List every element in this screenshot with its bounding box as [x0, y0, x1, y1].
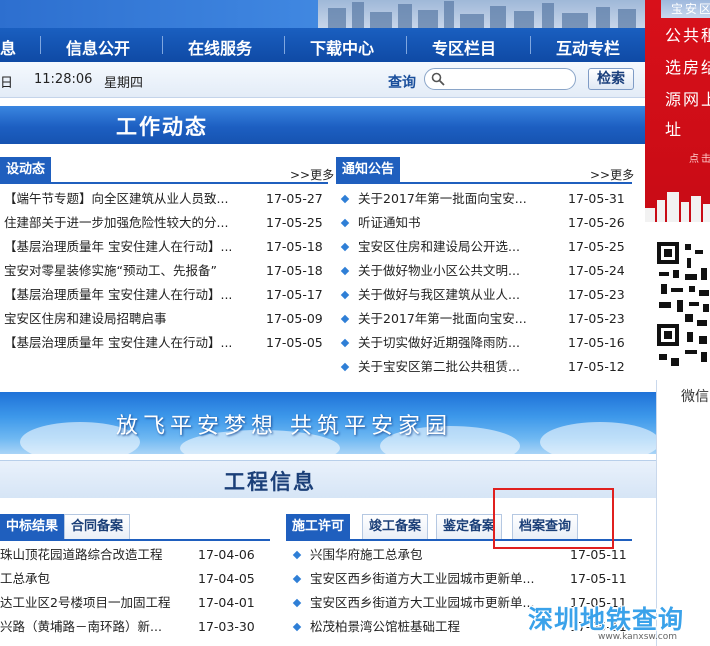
- nav-item-special-column[interactable]: 专区栏目: [432, 35, 496, 59]
- tab-underline: [0, 182, 328, 184]
- banner-skyline-image: [318, 0, 660, 28]
- bullet-icon: [292, 574, 302, 584]
- bullet-icon: [340, 290, 350, 300]
- nav-separator: [406, 36, 407, 54]
- list-item[interactable]: 工总承包 17-04-05: [0, 567, 262, 591]
- list-item[interactable]: 关于切实做好近期强降雨防... 17-05-16: [340, 331, 632, 355]
- list-item[interactable]: 【端午节专题】向全区建筑从业人员致... 17-05-27: [4, 187, 326, 211]
- bullet-icon: [292, 598, 302, 608]
- search-button[interactable]: 检索: [588, 68, 634, 90]
- side-banner-line: 公共租: [665, 26, 710, 45]
- nav-item-online-service[interactable]: 在线服务: [188, 35, 252, 59]
- list-item[interactable]: 宝安对零星装修实施“预动工、先报备” 17-05-18: [4, 259, 326, 283]
- slogan-banner[interactable]: 放飞平安梦想 共筑平安家园: [0, 392, 656, 454]
- tab-construction-news[interactable]: 设动态: [0, 157, 52, 183]
- search-input[interactable]: [449, 71, 569, 87]
- side-banner-line: 选房结: [665, 58, 710, 77]
- list-item[interactable]: 达工业区2号楼项目一加固工程 17-04-01: [0, 591, 262, 615]
- bullet-icon: [292, 550, 302, 560]
- top-banner: [0, 0, 660, 28]
- tab-construction-permit[interactable]: 施工许可: [286, 514, 351, 540]
- list-item[interactable]: 宝安区西乡街道方大工业园城市更新单... 17-05-11: [292, 567, 634, 591]
- list-item[interactable]: 【基层治理质量年 宝安住建人在行动】... 17-05-17: [4, 283, 326, 307]
- tab-bid-results[interactable]: 中标结果: [0, 514, 65, 540]
- nav-item-partial[interactable]: 息: [0, 35, 16, 59]
- highlight-box: [493, 488, 614, 549]
- list-item[interactable]: 【基层治理质量年 宝安住建人在行动】... 17-05-05: [4, 331, 326, 355]
- list-item[interactable]: 珠山顶花园道路综合改造工程 17-04-06: [0, 543, 262, 567]
- nav-separator: [162, 36, 163, 54]
- side-promo-banner[interactable]: 宝安区 公共租 选房结 源网上 址 点击: [645, 0, 710, 222]
- list-item[interactable]: 听证通知书 17-05-26: [340, 211, 632, 235]
- tab-contract-record[interactable]: 合同备案: [64, 514, 131, 540]
- search-field[interactable]: [424, 68, 576, 90]
- search-icon: [431, 72, 445, 86]
- search-label: 查询: [388, 75, 416, 91]
- tab-notice[interactable]: 通知公告: [336, 157, 401, 183]
- list-item[interactable]: 宝安区住房和建设局公开选... 17-05-25: [340, 235, 632, 259]
- work-news-title: 工作动态: [116, 115, 208, 139]
- bullet-icon: [340, 218, 350, 228]
- watermark-text: 深圳地铁查询: [528, 605, 685, 634]
- main-nav: 息 信息公开 在线服务 下载中心 专区栏目 互动专栏: [0, 28, 660, 62]
- weekday-text: 星期四: [104, 76, 144, 91]
- qr-code-image: [655, 240, 710, 370]
- tab-underline: [336, 182, 632, 184]
- nav-item-info-disclosure[interactable]: 信息公开: [66, 35, 130, 59]
- side-banner-line: 址: [665, 120, 684, 139]
- nav-separator: [530, 36, 531, 54]
- bullet-icon: [340, 338, 350, 348]
- list-item[interactable]: 宝安区住房和建设局招聘启事 17-05-09: [4, 307, 326, 331]
- watermark-url: www.kanxsw.com: [598, 632, 678, 642]
- side-banner-title: 宝安区: [671, 2, 710, 16]
- list-item[interactable]: 【基层治理质量年 宝安住建人在行动】... 17-05-18: [4, 235, 326, 259]
- nav-separator: [40, 36, 41, 54]
- list-item[interactable]: 关于做好物业小区公共文明... 17-05-24: [340, 259, 632, 283]
- list-item[interactable]: 关于做好与我区建筑从业人... 17-05-23: [340, 283, 632, 307]
- list-item[interactable]: 住建部关于进一步加强危险性较大的分... 17-05-25: [4, 211, 326, 235]
- bullet-icon: [292, 622, 302, 632]
- date-text: 日: [0, 76, 14, 91]
- weixin-label: 微信: [681, 389, 709, 405]
- side-banner-click: 点击: [689, 154, 710, 165]
- tab-completion-record[interactable]: 竣工备案: [362, 514, 429, 540]
- side-banner-line: 源网上: [665, 90, 710, 109]
- bullet-icon: [340, 242, 350, 252]
- bullet-icon: [340, 194, 350, 204]
- tab-underline: [0, 539, 270, 541]
- bullet-icon: [340, 362, 350, 372]
- project-info-title: 工程信息: [224, 470, 316, 494]
- time-text: 11:28:06: [34, 72, 93, 87]
- nav-item-download-center[interactable]: 下载中心: [310, 35, 374, 59]
- nav-item-interaction[interactable]: 互动专栏: [556, 35, 620, 59]
- nav-separator: [284, 36, 285, 54]
- bullet-icon: [340, 314, 350, 324]
- more-link-construction[interactable]: >>更多: [290, 166, 334, 183]
- bullet-icon: [340, 266, 350, 276]
- work-news-header: 工作动态: [0, 106, 656, 144]
- slogan-text: 放飞平安梦想 共筑平安家园: [116, 414, 452, 439]
- list-item[interactable]: 关于2017年第一批面向宝安... 17-05-31: [340, 187, 632, 211]
- more-link-notice[interactable]: >>更多: [590, 166, 634, 183]
- list-item[interactable]: 关于宝安区第二批公共租赁... 17-05-12: [340, 355, 632, 379]
- list-item[interactable]: 兴路（黄埔路－南环路）新... 17-03-30: [0, 615, 262, 639]
- list-item[interactable]: 关于2017年第一批面向宝安... 17-05-23: [340, 307, 632, 331]
